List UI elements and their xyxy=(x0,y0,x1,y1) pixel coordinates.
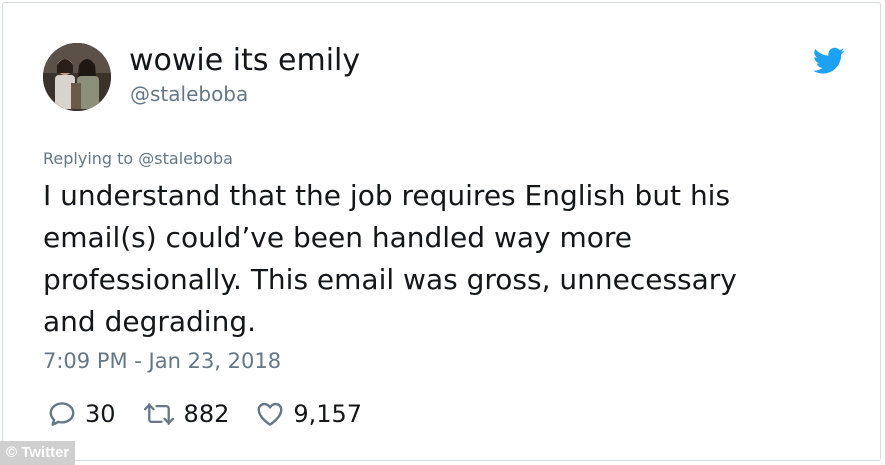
reply-count: 30 xyxy=(85,400,116,428)
twitter-bird-icon[interactable] xyxy=(813,47,845,75)
tweet-line: email(s) could’ve been handled way more xyxy=(43,221,633,254)
tweet-line: I understand that the job requires Engli… xyxy=(43,179,731,212)
avatar[interactable] xyxy=(43,43,111,111)
reply-button[interactable]: 30 xyxy=(47,399,116,429)
like-count: 9,157 xyxy=(293,400,363,428)
display-name[interactable]: wowie its emily xyxy=(129,43,360,79)
avatar-photo xyxy=(43,43,111,111)
heart-icon xyxy=(257,402,283,426)
tweet-text: I understand that the job requires Engli… xyxy=(43,175,833,343)
user-handle[interactable]: @staleboba xyxy=(130,82,248,106)
tweet-card: wowie its emily @staleboba Replying to @… xyxy=(2,2,881,461)
action-bar: 30 882 9,157 xyxy=(47,396,388,432)
tweet-line: professionally. This email was gross, un… xyxy=(43,263,737,296)
retweet-count: 882 xyxy=(183,400,230,428)
twitter-watermark: © Twitter xyxy=(0,441,76,465)
retweet-button[interactable]: 882 xyxy=(142,399,230,429)
tweet-timestamp[interactable]: 7:09 PM - Jan 23, 2018 xyxy=(43,348,281,374)
like-button[interactable]: 9,157 xyxy=(255,399,362,429)
tweet-line: and degrading. xyxy=(43,305,256,338)
reply-icon xyxy=(49,402,75,426)
retweet-icon xyxy=(143,403,174,425)
replying-to[interactable]: Replying to @staleboba xyxy=(43,149,233,169)
